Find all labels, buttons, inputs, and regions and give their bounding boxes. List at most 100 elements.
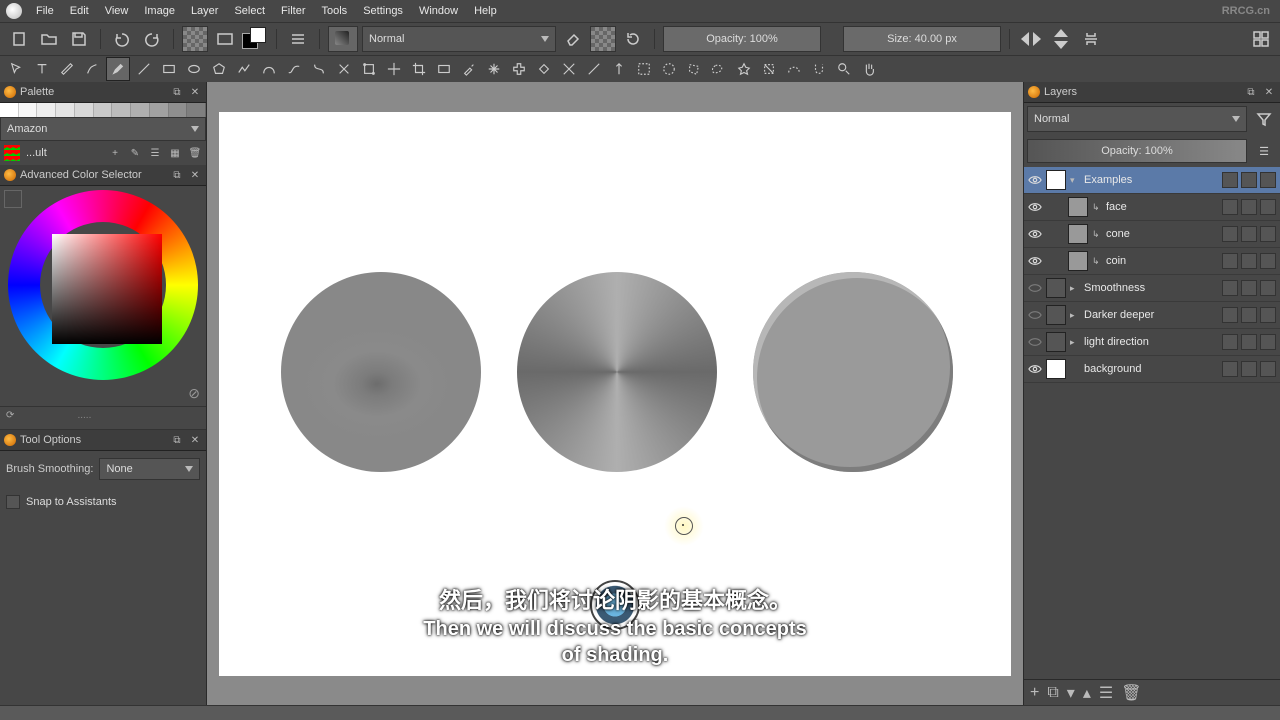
move-up-icon[interactable]: ▴ [1083, 683, 1091, 703]
close-panel-icon[interactable]: ✕ [188, 433, 202, 447]
redo-icon[interactable] [139, 26, 165, 52]
layer-opacity-slider[interactable]: Opacity: 100% [1027, 139, 1247, 163]
list-icon[interactable] [285, 26, 311, 52]
eye-icon[interactable] [1028, 173, 1042, 187]
layer-light-direction[interactable]: ▸light direction [1024, 329, 1280, 356]
reload-icon[interactable] [620, 26, 646, 52]
polyline-tool-icon[interactable] [233, 58, 255, 80]
filter-icon[interactable] [1251, 106, 1277, 132]
list-view-icon[interactable]: ☰ [148, 146, 162, 160]
edit-swatch-icon[interactable]: ✎ [128, 146, 142, 160]
heal-tool-icon[interactable] [508, 58, 530, 80]
layer-props-icon[interactable]: ☰ [1099, 683, 1113, 703]
undo-icon[interactable] [109, 26, 135, 52]
eye-icon[interactable] [1028, 200, 1042, 214]
menu-window[interactable]: Window [411, 3, 466, 19]
palette-preset-select[interactable]: Amazon [0, 117, 206, 141]
text-tool-icon[interactable] [31, 58, 53, 80]
color-selector[interactable]: ⊘ [0, 186, 206, 406]
eraser-icon[interactable] [560, 26, 586, 52]
eye-icon[interactable] [1028, 362, 1042, 376]
menu-view[interactable]: View [97, 3, 137, 19]
select-rect-icon[interactable] [633, 58, 655, 80]
close-panel-icon[interactable]: ✕ [1262, 85, 1276, 99]
layer-coin[interactable]: ↳coin [1024, 248, 1280, 275]
move-down-icon[interactable]: ▾ [1067, 683, 1075, 703]
select-contig-icon[interactable] [733, 58, 755, 80]
snap-assistants-checkbox[interactable]: Snap to Assistants [6, 491, 200, 513]
float-panel-icon[interactable]: ⧉ [170, 168, 184, 182]
polygon-tool-icon[interactable] [208, 58, 230, 80]
delete-swatch-icon[interactable]: 🗑 [188, 146, 202, 160]
sv-square[interactable] [52, 234, 162, 344]
select-magnetic-icon[interactable] [808, 58, 830, 80]
calligraphy-tool-icon[interactable] [81, 58, 103, 80]
menu-file[interactable]: File [28, 3, 62, 19]
zoom-tool-icon[interactable] [833, 58, 855, 80]
menu-layer[interactable]: Layer [183, 3, 227, 19]
move-layer-tool-icon[interactable] [383, 58, 405, 80]
new-doc-icon[interactable] [6, 26, 32, 52]
save-icon[interactable] [66, 26, 92, 52]
hue-wheel[interactable] [8, 190, 198, 380]
reference-tool-icon[interactable] [608, 58, 630, 80]
float-panel-icon[interactable]: ⧉ [170, 85, 184, 99]
menu-tools[interactable]: Tools [314, 3, 356, 19]
size-spinner[interactable]: Size: 40.00 px [843, 26, 1001, 52]
select-poly-icon[interactable] [683, 58, 705, 80]
freehand-tool-icon[interactable] [283, 58, 305, 80]
layer-cone[interactable]: ↳cone [1024, 221, 1280, 248]
layer-background[interactable]: background [1024, 356, 1280, 383]
rect-tool-icon[interactable] [158, 58, 180, 80]
select-ellipse-icon[interactable] [658, 58, 680, 80]
menu-settings[interactable]: Settings [355, 3, 411, 19]
grad-tool-icon[interactable] [433, 58, 455, 80]
eye-icon[interactable] [1028, 227, 1042, 241]
alpha-icon[interactable] [1241, 172, 1257, 188]
dynamic-tool-icon[interactable] [308, 58, 330, 80]
bezier-tool-icon[interactable] [258, 58, 280, 80]
workspace-icon[interactable] [1248, 26, 1274, 52]
fill-tool-icon[interactable] [533, 58, 555, 80]
transform-tool-icon[interactable] [358, 58, 380, 80]
mirror-h-icon[interactable] [1018, 26, 1044, 52]
assist-tool-icon[interactable] [558, 58, 580, 80]
float-panel-icon[interactable]: ⧉ [170, 433, 184, 447]
open-icon[interactable] [36, 26, 62, 52]
close-panel-icon[interactable]: ✕ [188, 168, 202, 182]
collapse-icon[interactable]: ▾ [1070, 175, 1080, 186]
color-menu-icon[interactable] [4, 190, 22, 208]
brush-tool-icon[interactable] [106, 57, 130, 81]
select-similar-icon[interactable] [758, 58, 780, 80]
layer-blend-select[interactable]: Normal [1027, 106, 1247, 132]
close-panel-icon[interactable]: ✕ [188, 85, 202, 99]
menu-image[interactable]: Image [136, 3, 183, 19]
sparkle-tool-icon[interactable] [483, 58, 505, 80]
fg-bg-swap-icon[interactable] [242, 27, 268, 51]
menu-icon[interactable]: ☰ [1251, 138, 1277, 164]
eye-off-icon[interactable] [1028, 281, 1042, 295]
grid-icon[interactable] [4, 145, 20, 161]
ellipse-tool-icon[interactable] [183, 58, 205, 80]
alpha-lock-icon[interactable] [590, 26, 616, 52]
menu-help[interactable]: Help [466, 3, 505, 19]
eye-off-icon[interactable] [1028, 308, 1042, 322]
eye-icon[interactable] [1028, 254, 1042, 268]
layer-darker-deeper[interactable]: ▸Darker deeper [1024, 302, 1280, 329]
select-bezier-icon[interactable] [783, 58, 805, 80]
menu-edit[interactable]: Edit [62, 3, 97, 19]
opacity-spinner[interactable]: Opacity: 100% [663, 26, 821, 52]
line-tool-icon[interactable] [133, 58, 155, 80]
crop-tool-icon[interactable] [408, 58, 430, 80]
lock-icon[interactable] [1222, 172, 1238, 188]
props-icon[interactable] [1260, 172, 1276, 188]
pattern-icon[interactable] [182, 26, 208, 52]
duplicate-layer-icon[interactable]: ⧉ [1047, 684, 1058, 702]
edit-shape-tool-icon[interactable] [56, 58, 78, 80]
smoothing-select[interactable]: None [99, 458, 200, 480]
blend-mode-select[interactable]: Normal [362, 26, 556, 52]
menu-filter[interactable]: Filter [273, 3, 313, 19]
mirror-v-icon[interactable] [1048, 26, 1074, 52]
add-layer-icon[interactable]: + [1030, 684, 1039, 702]
add-swatch-icon[interactable]: + [108, 146, 122, 160]
